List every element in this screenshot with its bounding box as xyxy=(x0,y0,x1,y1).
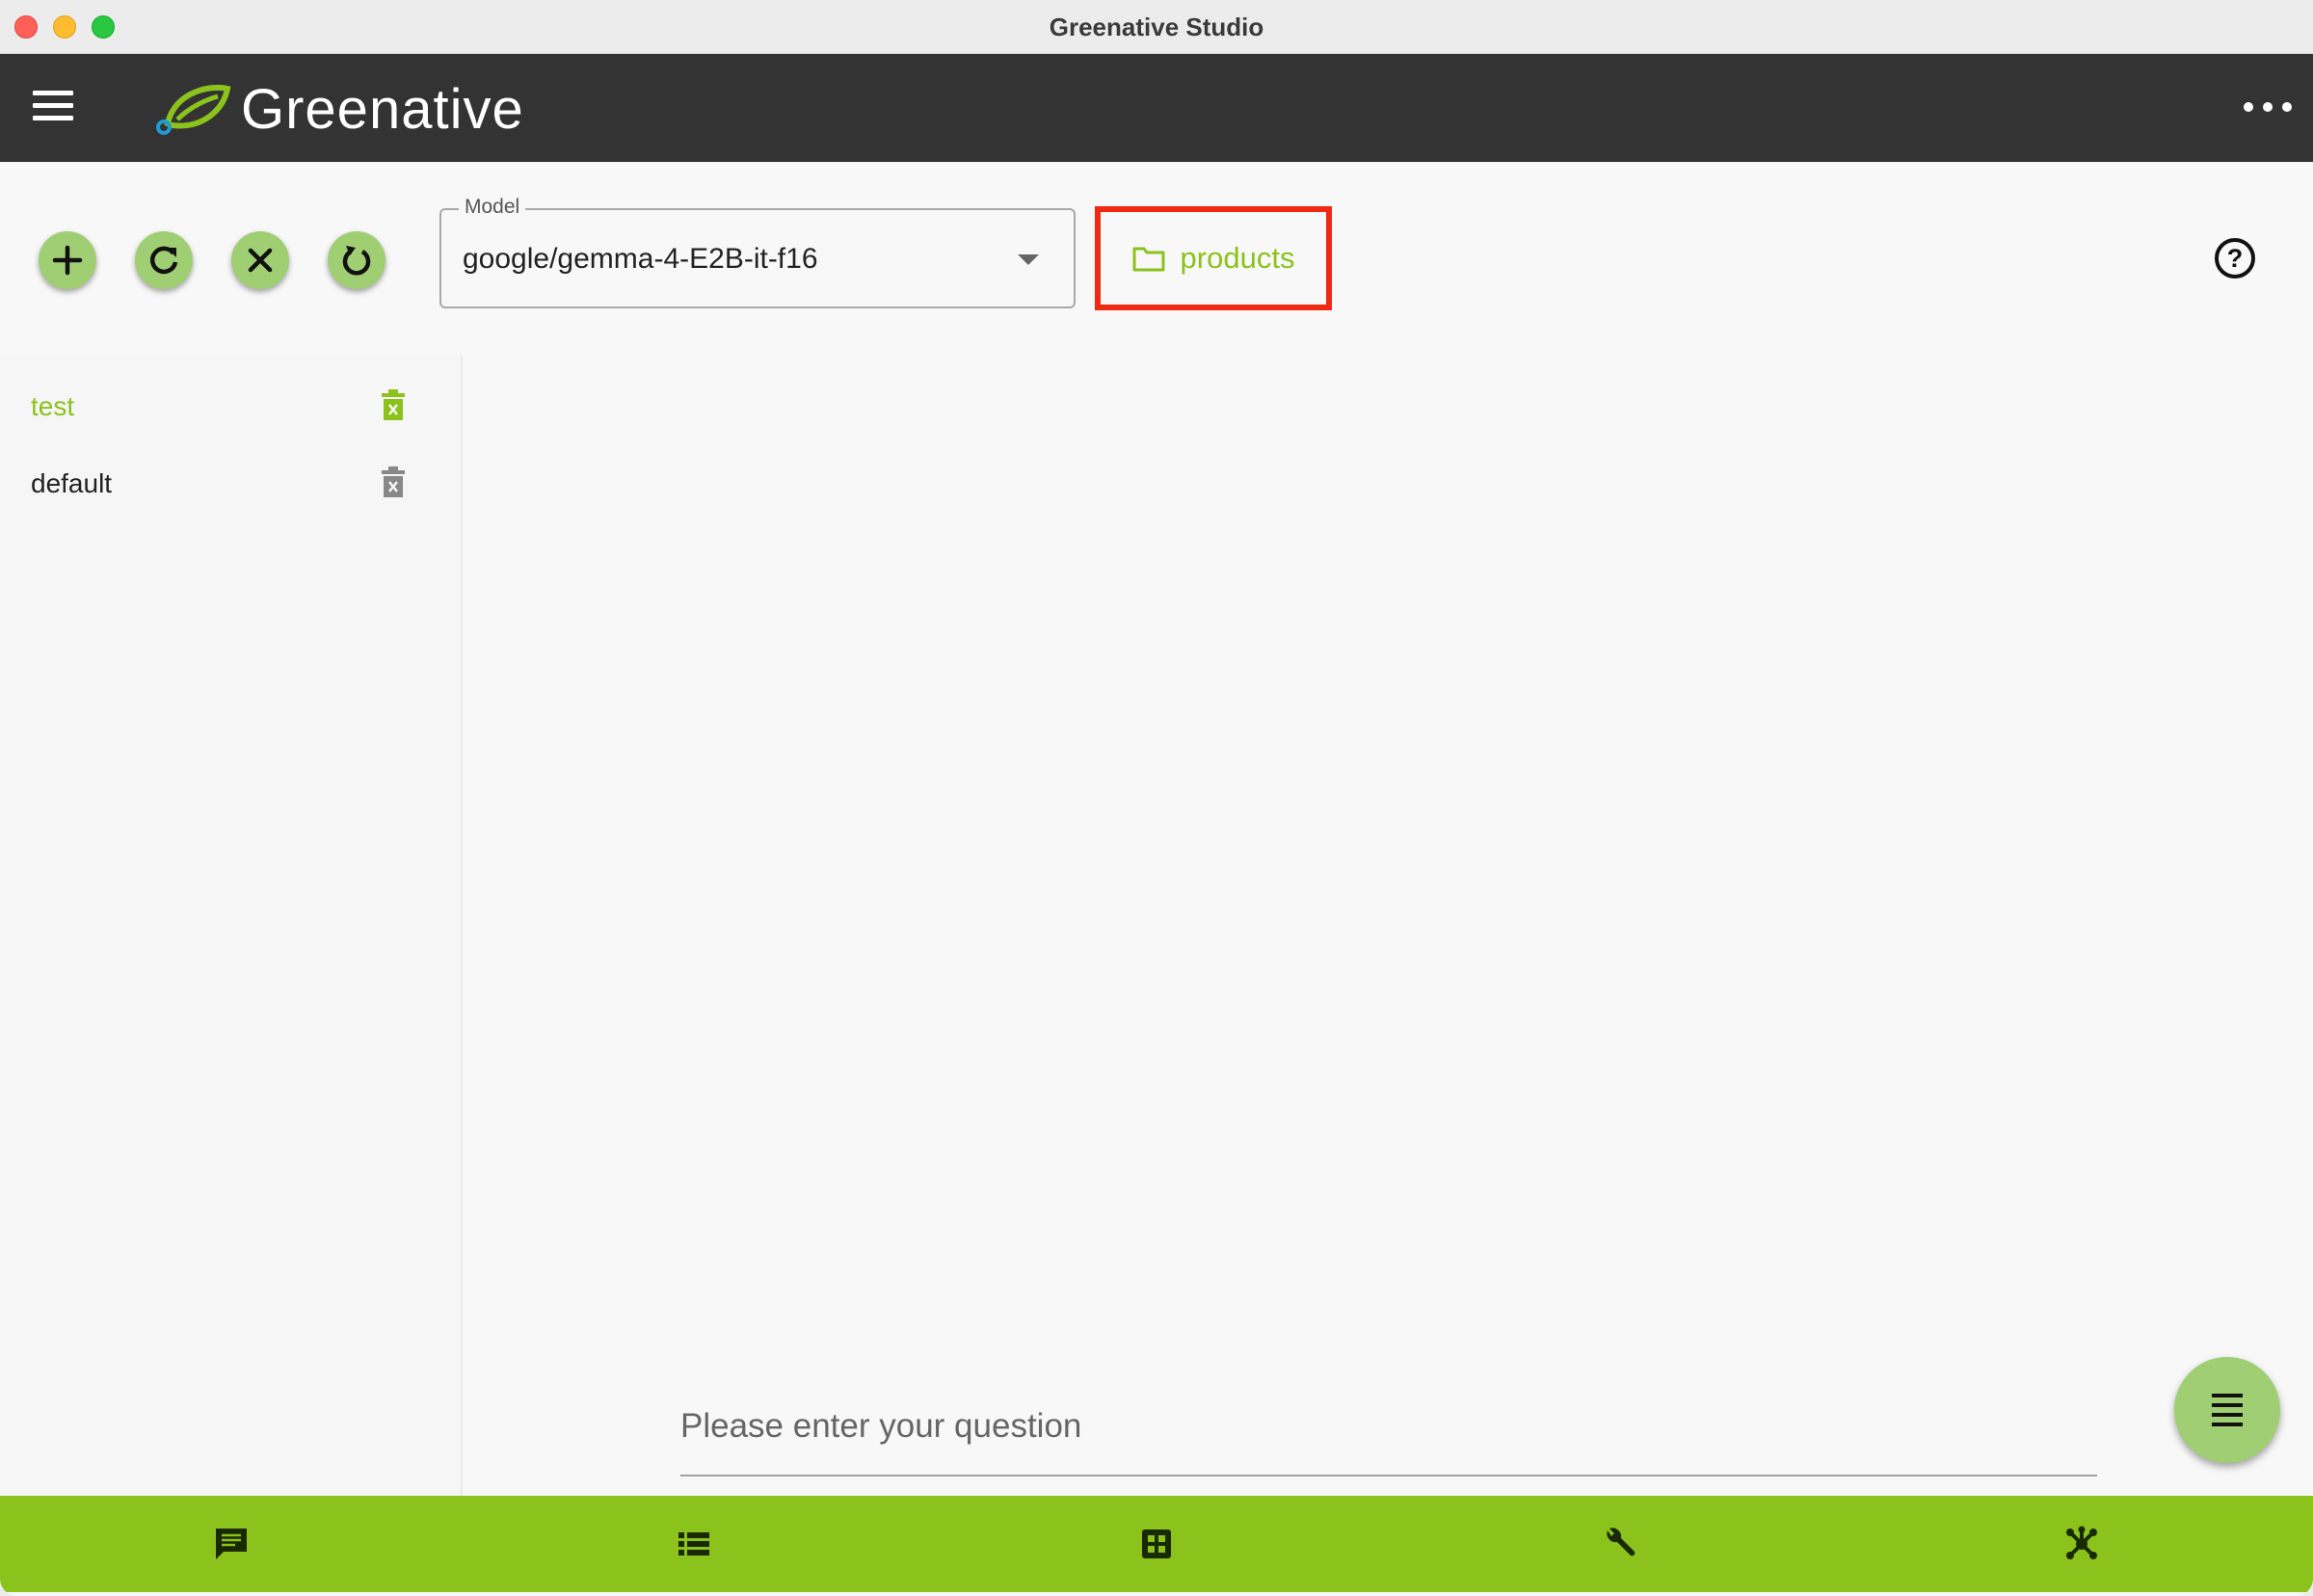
list-item[interactable]: test xyxy=(0,372,463,439)
conversation-list: test default xyxy=(0,355,463,1496)
nav-chat[interactable] xyxy=(204,1517,258,1571)
title-bar: Greenative Studio xyxy=(0,0,2313,54)
refresh-icon xyxy=(149,246,178,275)
window-title: Greenative Studio xyxy=(1049,13,1264,41)
folder-button[interactable]: products xyxy=(1095,206,1332,310)
plus-icon xyxy=(52,245,83,276)
network-icon xyxy=(2066,1526,2097,1559)
list-item[interactable]: default xyxy=(0,449,463,517)
conversation-label: default xyxy=(31,468,113,498)
restart-icon xyxy=(342,246,371,276)
folder-label: products xyxy=(1180,241,1295,275)
refresh-button[interactable] xyxy=(135,231,193,289)
brand-name: Greenative xyxy=(241,77,524,141)
nav-tools[interactable] xyxy=(1592,1517,1646,1571)
close-icon xyxy=(248,248,273,273)
brand-logo: Greenative xyxy=(154,75,524,143)
chevron-down-icon xyxy=(1018,254,1039,265)
nav-grid[interactable] xyxy=(1130,1517,1183,1571)
wrench-icon xyxy=(1607,1528,1635,1556)
add-button[interactable] xyxy=(39,231,96,289)
nav-list[interactable] xyxy=(667,1517,721,1571)
help-glyph: ? xyxy=(2226,243,2244,273)
delete-icon[interactable] xyxy=(380,389,407,422)
list-icon xyxy=(678,1532,709,1556)
nav-network[interactable] xyxy=(2055,1517,2109,1571)
model-label: Model xyxy=(459,196,526,219)
more-horiz-icon[interactable] xyxy=(2244,93,2292,121)
hamburger-icon[interactable] xyxy=(33,91,73,125)
grid-icon xyxy=(1142,1530,1171,1558)
delete-icon[interactable] xyxy=(380,466,407,499)
list-icon xyxy=(2212,1391,2243,1429)
clear-button[interactable] xyxy=(231,231,289,289)
menu-button[interactable] xyxy=(2174,1357,2280,1463)
reset-button[interactable] xyxy=(328,231,386,289)
help-circle-icon[interactable]: ? xyxy=(2215,238,2255,279)
app-window: Greenative Studio Greenative Model googl… xyxy=(0,0,2313,1596)
model-value: google/gemma-4-E2B-it-f16 xyxy=(463,243,818,275)
chat-icon xyxy=(216,1529,247,1559)
question-input[interactable] xyxy=(680,1401,2097,1451)
app-bar: Greenative xyxy=(0,54,2313,162)
model-select[interactable]: Model google/gemma-4-E2B-it-f16 xyxy=(439,196,1076,308)
bottom-nav xyxy=(0,1496,2313,1592)
conversation-label: test xyxy=(31,391,75,421)
folder-icon xyxy=(1132,247,1165,272)
leaf-logo-icon xyxy=(156,84,231,135)
question-field xyxy=(680,1378,2097,1476)
